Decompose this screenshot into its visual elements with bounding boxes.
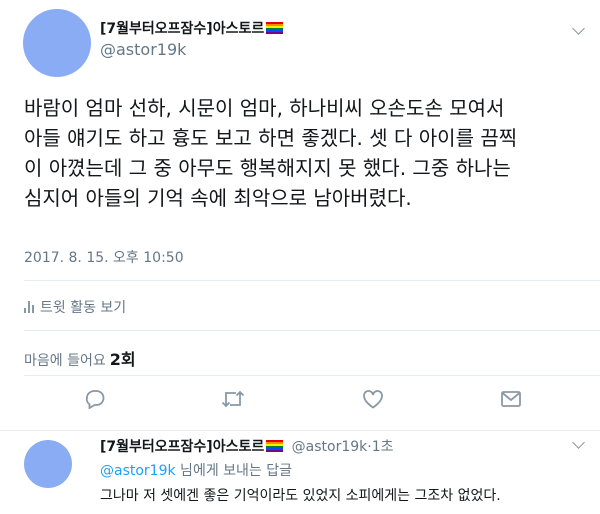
reply-tweet[interactable]: [7월부터오프잠수]아스토르 @astor19k·1초 @astor19k 님에… xyxy=(0,430,600,514)
activity-label: 트윗 활동 보기 xyxy=(40,300,127,316)
user-handle[interactable]: @astor19k xyxy=(100,40,186,59)
tweet-text-line: 이 아꼈는데 그 중 아무도 행복해지지 못 했다. 그중 하나는 xyxy=(24,156,511,180)
reply-text: 그나마 저 셋에겐 좋은 기억이라도 있었지 소피에게는 그조차 없었다. xyxy=(100,488,501,504)
heart-icon xyxy=(363,390,383,409)
likes-count: 2회 xyxy=(109,350,136,369)
reply-user-name[interactable]: [7월부터오프잠수]아스토르 xyxy=(100,439,264,455)
like-button[interactable] xyxy=(360,386,386,412)
direct-message-button[interactable] xyxy=(498,386,524,412)
replying-suffix: 님에게 보내는 답글 xyxy=(175,463,292,479)
reply-icon xyxy=(85,390,105,409)
avatar[interactable] xyxy=(23,9,91,77)
tweet-text-line: 아들 얘기도 하고 흉도 보고 하면 좋겠다. 셋 다 아이를 끔찍 xyxy=(24,126,518,150)
tweet-text-line: 바람이 엄마 선하, 시문이 엄마, 하나비씨 오손도손 모여서 xyxy=(24,96,505,120)
envelope-icon xyxy=(501,391,521,407)
chevron-down-icon[interactable] xyxy=(572,436,585,449)
tweet-timestamp[interactable]: 2017. 8. 15. 오후 10:50 xyxy=(24,247,184,267)
tweet-text: 바람이 엄마 선하, 시문이 엄마, 하나비씨 오손도손 모여서 아들 얘기도 … xyxy=(24,93,584,213)
retweet-icon xyxy=(221,390,245,408)
likes-summary[interactable]: 마음에 들어요 2회 xyxy=(24,346,136,370)
bar-chart-icon xyxy=(24,301,34,313)
replying-to: @astor19k 님에게 보내는 답글 xyxy=(100,460,292,480)
divider xyxy=(24,375,600,376)
replying-mention[interactable]: @astor19k xyxy=(100,463,176,479)
likes-label: 마음에 들어요 xyxy=(24,353,106,369)
user-name-text[interactable]: [7월부터오프잠수]아스토르 xyxy=(100,21,264,37)
rainbow-flag-icon xyxy=(266,22,284,34)
user-name[interactable]: [7월부터오프잠수]아스토르 xyxy=(100,18,284,38)
reply-header: [7월부터오프잠수]아스토르 @astor19k·1초 xyxy=(100,436,394,456)
reply-meta[interactable]: @astor19k·1초 xyxy=(292,439,394,455)
retweet-button[interactable] xyxy=(220,386,246,412)
chevron-down-icon[interactable] xyxy=(572,22,585,35)
divider xyxy=(24,280,600,281)
rainbow-flag-icon xyxy=(266,440,284,452)
main-tweet: [7월부터오프잠수]아스토르 @astor19k 바람이 엄마 선하, 시문이 … xyxy=(0,0,600,430)
tweet-text-line: 심지어 아들의 기억 속에 최악으로 남아버렸다. xyxy=(24,186,412,210)
avatar[interactable] xyxy=(24,440,72,488)
divider xyxy=(24,330,600,331)
reply-button[interactable] xyxy=(82,386,108,412)
view-activity-link[interactable]: 트윗 활동 보기 xyxy=(24,297,126,317)
action-bar xyxy=(0,386,600,416)
